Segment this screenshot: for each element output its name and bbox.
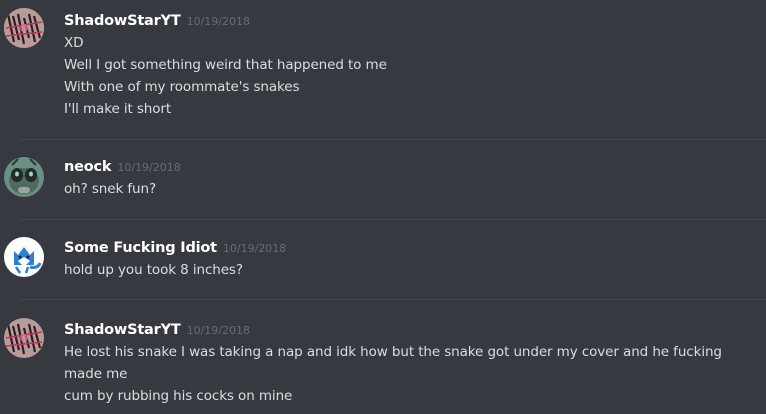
message-text: XD [64, 35, 84, 51]
message-header: ShadowStarYT 10/19/2018 [64, 318, 250, 340]
avatar[interactable] [4, 318, 44, 358]
avatar[interactable] [4, 157, 44, 197]
message-text: With one of my roommate's snakes [64, 79, 300, 95]
username[interactable]: ShadowStarYT [64, 13, 181, 29]
message-text: oh? snek fun? [64, 181, 157, 197]
message-list: XD Well I got something weird that happe… [64, 32, 754, 120]
timestamp: 10/19/2018 [186, 324, 250, 337]
message-text: He lost his snake I was taking a nap and… [64, 344, 722, 382]
timestamp: 10/19/2018 [222, 242, 287, 255]
timestamp: 10/19/2018 [186, 15, 250, 28]
message-text: I'll make it short [64, 101, 172, 117]
message-header: neock 10/19/2018 [64, 155, 181, 177]
message-divider [20, 219, 766, 220]
message-header: Some Fucking Idiot 10/19/2018 [64, 236, 286, 258]
chat-messages: ShadowStarYT 10/19/2018 XD Well I got som… [0, 0, 766, 414]
message-text: Well I got something weird that happened… [64, 57, 387, 73]
avatar[interactable] [4, 8, 44, 48]
avatar-fox-icon [4, 237, 44, 277]
avatar-shadowstaryt-icon [4, 8, 44, 48]
message-list: hold up you took 8 inches? [64, 259, 754, 281]
username[interactable]: Some Fucking Idiot [64, 240, 217, 256]
avatar-shadowstaryt-icon [4, 318, 44, 358]
username[interactable]: neock [64, 159, 112, 175]
username[interactable]: ShadowStarYT [64, 322, 181, 338]
avatar[interactable] [4, 237, 44, 277]
message-header: ShadowStarYT 10/19/2018 [64, 9, 250, 31]
message-text: hold up you took 8 inches? [64, 262, 243, 278]
message-divider [20, 139, 766, 140]
message-list: oh? snek fun? [64, 178, 754, 200]
message-text: cum by rubbing his cocks on mine [64, 388, 293, 404]
avatar-neock-icon [4, 157, 44, 197]
timestamp: 10/19/2018 [117, 161, 181, 174]
message-divider [20, 299, 766, 300]
message-list: He lost his snake I was taking a nap and… [64, 341, 754, 407]
